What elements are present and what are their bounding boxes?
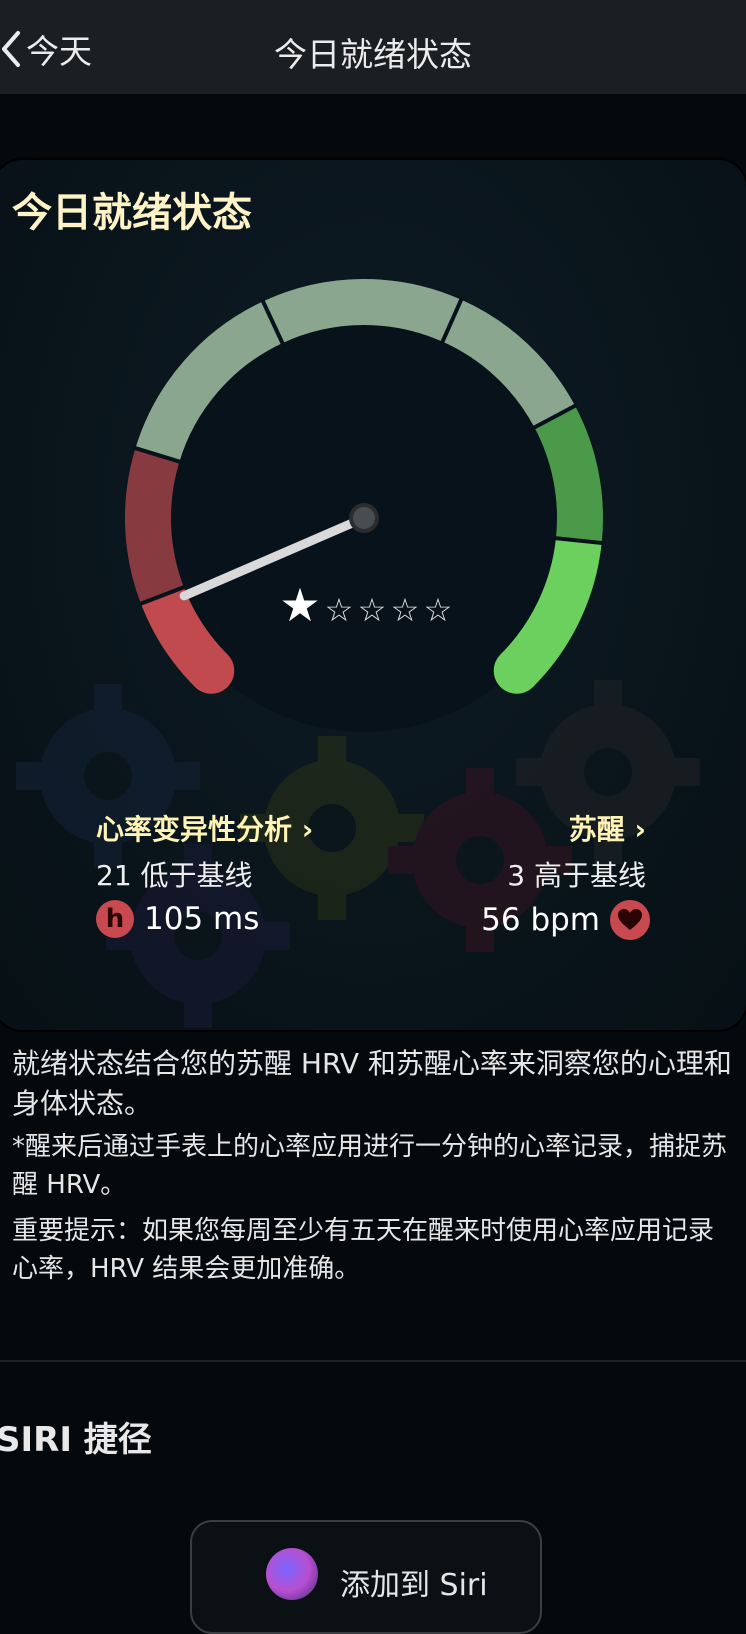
gauge-segment-green-dark [534,405,603,543]
star-filled-icon: ★ [279,578,320,632]
section-divider [0,1360,746,1362]
add-to-siri-label: 添加到 Siri [340,1568,488,1603]
page-title: 今日就绪状态 [274,35,472,74]
readiness-card: ★ ☆ ☆ ☆ ☆ 今日就绪状态 心率变异性分析 › 21 低于基线 苏醒 › 3 高于… [0,158,746,1032]
gauge-segment-green-cap [493,647,540,694]
navigation-bar: 今天 今日就绪状态 [0,0,746,94]
wake-metric: 56 bpm [481,900,650,940]
wake-stat: 苏醒 › 3 高于基线 [507,808,646,894]
hrv-h-icon: h [96,900,134,938]
wake-link[interactable]: 苏醒 › [507,808,646,848]
needle-hub [349,503,379,533]
description-text-3: 重要提示：如果您每周至少有五天在醒来时使用心率应用记录心率，HRV 结果会更加准… [12,1216,715,1284]
star-empty-icon: ☆ [424,591,453,629]
hrv-metric: h 105 ms [96,900,259,938]
wake-baseline-text: 3 高于基线 [507,859,646,892]
siri-section-title: SIRI 捷径 [0,1420,152,1460]
gauge-segment-gray-2 [263,279,462,344]
add-to-siri-button[interactable]: 添加到 Siri [190,1520,542,1634]
gauge-segment-red-dark [125,448,184,604]
hrv-baseline-text: 21 低于基线 [96,859,253,892]
card-title: 今日就绪状态 [12,190,252,236]
description-paragraph-2: *醒来后通过手表上的心率应用进行一分钟的心率记录，捕捉苏醒 HRV。 [12,1128,732,1204]
description-text-1: 就绪状态结合您的苏醒 HRV 和苏醒心率来洞察您的心理和身体状态。 [12,1047,732,1120]
star-empty-icon: ☆ [391,591,420,629]
description-text-2: *醒来后通过手表上的心率应用进行一分钟的心率记录，捕捉苏醒 HRV。 [12,1132,728,1200]
siri-icon [266,1548,318,1600]
hrv-link[interactable]: 心率变异性分析 › [96,808,313,848]
gauge-segment-red-cap [188,647,235,694]
wake-value: 56 bpm [481,902,600,938]
heart-icon [610,900,650,940]
hrv-value: 105 ms [144,901,260,937]
star-empty-icon: ☆ [325,591,354,629]
description-paragraph-3: 重要提示：如果您每周至少有五天在醒来时使用心率应用记录心率，HRV 结果会更加准… [12,1212,732,1288]
star-empty-icon: ☆ [358,591,387,629]
description-paragraph-1: 就绪状态结合您的苏醒 HRV 和苏醒心率来洞察您的心理和身体状态。 [12,1044,732,1124]
hrv-stat: 心率变异性分析 › 21 低于基线 [96,808,313,894]
